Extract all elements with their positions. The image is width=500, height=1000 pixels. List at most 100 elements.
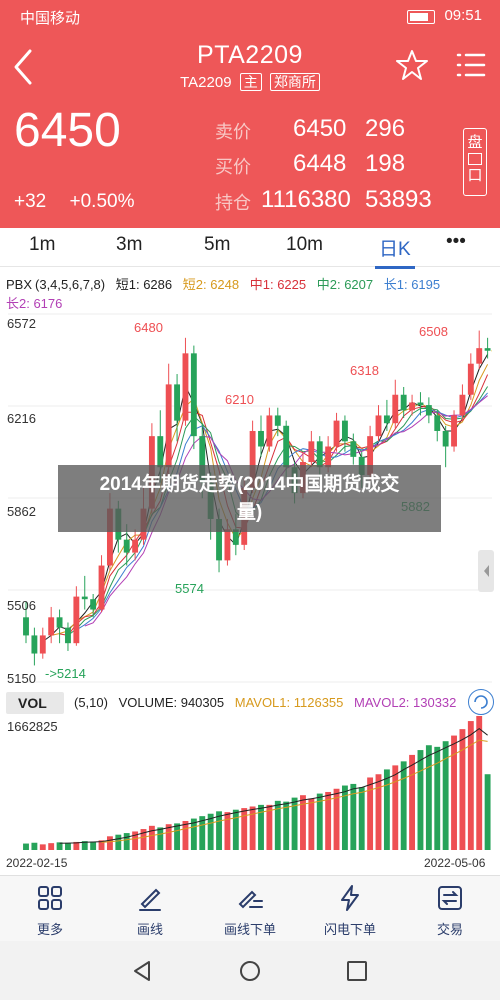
bid-label: 买价 bbox=[215, 157, 251, 177]
date-end: 2022-05-06 bbox=[424, 856, 486, 870]
exchange-tag: 郑商所 bbox=[269, 73, 320, 91]
candle bbox=[182, 337, 189, 426]
tab-daily-k[interactable]: 日K bbox=[375, 234, 415, 269]
volume-bar bbox=[23, 843, 29, 850]
candle bbox=[190, 345, 197, 450]
menu-list-icon[interactable] bbox=[456, 51, 486, 79]
volume-bar bbox=[425, 745, 432, 850]
toolbar-trade[interactable]: 交易 bbox=[405, 884, 495, 938]
ma-mid2: 中2: 6207 bbox=[316, 277, 374, 292]
nav-recents-icon[interactable] bbox=[345, 959, 369, 983]
candle bbox=[375, 405, 382, 442]
annotation-6210: 6210 bbox=[225, 392, 254, 407]
open-interest-change: 53893 bbox=[365, 186, 432, 213]
indicator-params: (3,4,5,6,7,8) bbox=[35, 277, 106, 292]
annotation-recent-high: 6508 bbox=[419, 324, 448, 339]
candle bbox=[48, 606, 55, 644]
annotation-6318: 6318 bbox=[350, 363, 379, 378]
annotation-low: 5574 bbox=[175, 581, 204, 596]
y-axis-label-top: 6572 bbox=[7, 316, 36, 331]
toolbar-draw-order[interactable]: 画线下单 bbox=[205, 884, 295, 938]
annotation-min: ->5214 bbox=[45, 666, 86, 681]
volume-indicator-selector[interactable]: VOL bbox=[6, 692, 64, 714]
volume-chart[interactable] bbox=[0, 714, 500, 854]
candle bbox=[98, 555, 105, 613]
volume-bar bbox=[367, 777, 374, 850]
volume-bar bbox=[249, 806, 256, 850]
main-contract-tag: 主 bbox=[239, 73, 262, 91]
candle bbox=[467, 353, 474, 400]
volume-bar bbox=[308, 798, 315, 850]
tab-1m[interactable]: 1m bbox=[29, 234, 55, 256]
volume-bar bbox=[409, 754, 416, 850]
annotation-high: 6480 bbox=[134, 320, 163, 335]
volume-bar bbox=[283, 801, 290, 850]
candle bbox=[308, 430, 315, 468]
candle bbox=[73, 586, 80, 646]
candle bbox=[65, 622, 71, 651]
ask-volume: 296 bbox=[365, 115, 406, 142]
grid-icon bbox=[38, 886, 62, 910]
volume-bar bbox=[232, 809, 239, 850]
mavol1-value: MAVOL1: 1126355 bbox=[234, 695, 344, 710]
volume-bar bbox=[484, 774, 491, 850]
trade-icon bbox=[438, 886, 462, 910]
kline-legend: PBX (3,4,5,6,7,8) 短1: 6286 短2: 6248 中1: 6… bbox=[6, 274, 496, 293]
candle bbox=[31, 627, 38, 666]
toolbar-more-label: 更多 bbox=[36, 922, 63, 937]
draw-order-icon bbox=[238, 890, 263, 909]
volume-bar bbox=[174, 823, 181, 850]
candle bbox=[81, 575, 88, 610]
ma-long2: 长2: 6176 bbox=[6, 296, 63, 311]
tab-5m[interactable]: 5m bbox=[204, 234, 230, 256]
toolbar-draw-order-label: 画线下单 bbox=[223, 922, 276, 937]
side-panel-handle[interactable] bbox=[478, 550, 494, 592]
y-axis-label-2: 6216 bbox=[7, 411, 36, 426]
tab-more[interactable]: ••• bbox=[446, 231, 466, 253]
candle bbox=[451, 410, 457, 452]
candle bbox=[392, 379, 399, 429]
candle bbox=[400, 386, 407, 419]
volume-bar bbox=[400, 761, 407, 850]
bid-volume: 198 bbox=[365, 150, 406, 177]
order-book-button[interactable]: 盘 口 bbox=[463, 128, 487, 196]
volume-bar bbox=[241, 808, 248, 850]
candle bbox=[333, 412, 340, 452]
toolbar-flash-order[interactable]: 闪电下单 bbox=[305, 884, 395, 938]
volume-bar bbox=[123, 833, 130, 850]
change-value: +32 bbox=[14, 191, 47, 212]
price-change: +32 +0.50% bbox=[14, 191, 153, 213]
volume-bar bbox=[39, 844, 46, 850]
open-interest-value: 1116380 bbox=[261, 186, 351, 213]
nav-back-icon[interactable] bbox=[130, 959, 154, 983]
mavol2-value: MAVOL2: 130332 bbox=[354, 695, 457, 710]
bid-price: 6448 bbox=[293, 150, 347, 177]
volume-bar bbox=[392, 765, 399, 850]
candle bbox=[39, 627, 46, 659]
ma-short1: 短1: 6286 bbox=[115, 277, 173, 292]
volume-bar bbox=[157, 827, 164, 850]
candle bbox=[266, 407, 273, 452]
refresh-icon[interactable] bbox=[468, 689, 494, 715]
candle bbox=[459, 384, 466, 421]
volume-bar bbox=[266, 804, 273, 850]
volume-current: VOLUME: 940305 bbox=[118, 695, 225, 710]
candle bbox=[484, 337, 491, 359]
volume-indicator-name: VOL bbox=[18, 695, 47, 711]
volume-bar bbox=[325, 791, 332, 850]
volume-params: (5,10) bbox=[74, 695, 108, 710]
draw-line-icon bbox=[139, 888, 161, 911]
tab-10m[interactable]: 10m bbox=[286, 234, 323, 256]
nav-home-icon[interactable] bbox=[238, 959, 262, 983]
candle bbox=[442, 425, 449, 468]
candle bbox=[56, 609, 63, 644]
toolbar-draw-line[interactable]: 画线 bbox=[105, 884, 195, 938]
tab-3m[interactable]: 3m bbox=[116, 234, 142, 256]
order-book-label-2: 口 bbox=[467, 167, 483, 184]
toolbar-more[interactable]: 更多 bbox=[5, 884, 95, 938]
indicator-name: PBX bbox=[6, 277, 33, 292]
favorite-star-icon[interactable] bbox=[396, 49, 428, 81]
volume-bar bbox=[48, 843, 55, 850]
volume-bar bbox=[148, 825, 155, 850]
volume-bar bbox=[224, 812, 231, 850]
